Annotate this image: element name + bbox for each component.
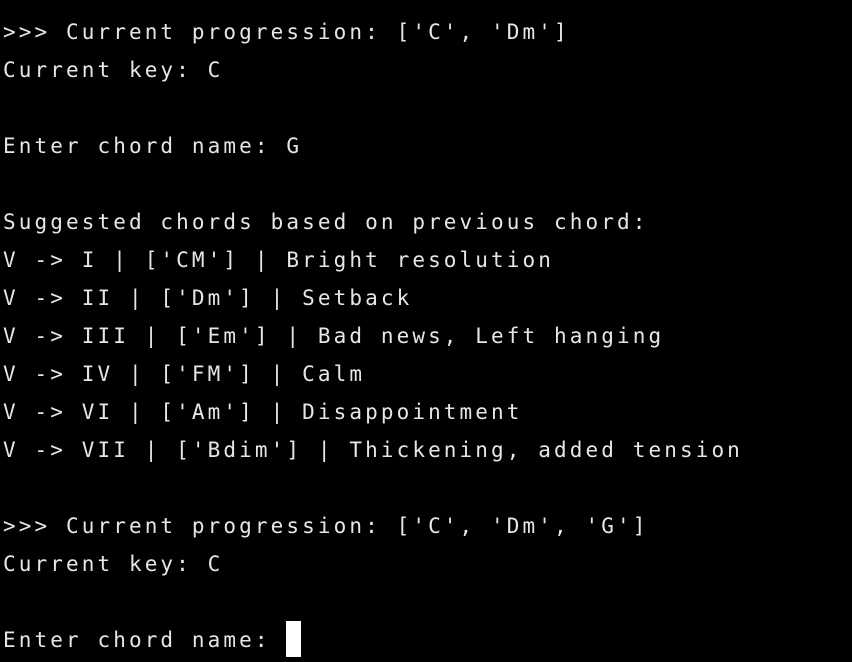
output-line-entered-chord: Enter chord name: G: [3, 134, 303, 158]
output-line-key-2: Current key: C: [3, 552, 224, 576]
output-line-blank: [3, 89, 852, 127]
output-line-blank: [3, 165, 852, 203]
output-line-suggestions-header: Suggested chords based on previous chord…: [3, 210, 649, 234]
output-line-progression-1: >>> Current progression: ['C', 'Dm']: [3, 20, 570, 44]
suggestion-line: V -> II | ['Dm'] | Setback: [3, 286, 413, 310]
output-line-blank: [3, 583, 852, 621]
input-prompt-line[interactable]: Enter chord name:: [3, 621, 852, 659]
suggestion-line: V -> IV | ['FM'] | Calm: [3, 362, 366, 386]
output-line-progression-2: >>> Current progression: ['C', 'Dm', 'G'…: [3, 514, 649, 538]
output-line-key-1: Current key: C: [3, 58, 224, 82]
suggestion-line: V -> III | ['Em'] | Bad news, Left hangi…: [3, 324, 665, 348]
suggestion-line: V -> VII | ['Bdim'] | Thickening, added …: [3, 438, 743, 462]
output-line-blank: [3, 469, 852, 507]
terminal-window[interactable]: >>> Current progression: ['C', 'Dm'] Cur…: [0, 0, 852, 662]
text-cursor: [286, 621, 302, 657]
suggestion-line: V -> VI | ['Am'] | Disappointment: [3, 400, 523, 424]
suggestion-line: V -> I | ['CM'] | Bright resolution: [3, 248, 555, 272]
input-prompt-label: Enter chord name:: [3, 628, 287, 652]
